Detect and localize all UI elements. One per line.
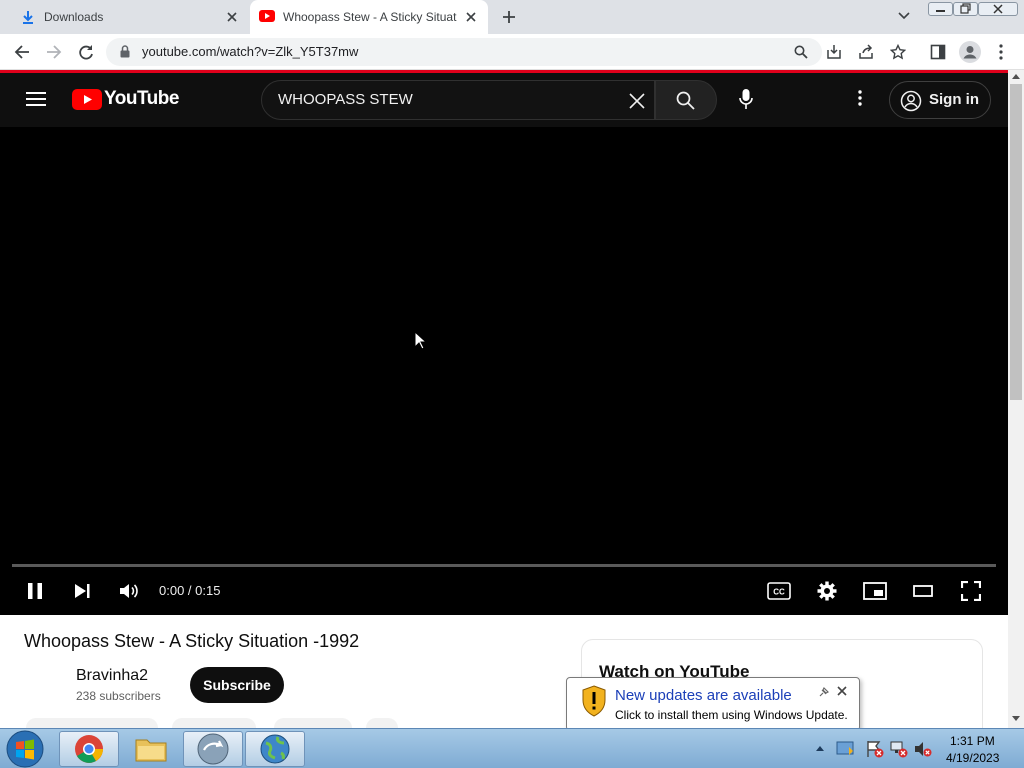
action-chip[interactable] bbox=[26, 718, 158, 728]
search-button[interactable] bbox=[655, 80, 717, 120]
settings-gear-icon[interactable] bbox=[813, 577, 841, 605]
browser-menu-icon[interactable] bbox=[999, 44, 1003, 60]
windows-update-tray-icon[interactable] bbox=[836, 739, 854, 757]
youtube-logo-icon bbox=[72, 88, 102, 110]
warning-shield-icon bbox=[581, 685, 607, 717]
search-input[interactable]: WHOOPASS STEW bbox=[278, 91, 413, 108]
sign-in-button[interactable]: Sign in bbox=[889, 81, 991, 119]
subscriber-count: 238 subscribers bbox=[76, 689, 161, 703]
tab-downloads[interactable]: Downloads bbox=[8, 0, 248, 34]
youtube-header: YouTube WHOOPASS STEW Sign in bbox=[0, 73, 1008, 127]
folder-icon bbox=[135, 735, 167, 763]
channel-name[interactable]: Bravinha2 bbox=[76, 667, 148, 685]
fullscreen-icon[interactable] bbox=[957, 577, 985, 605]
address-bar[interactable]: youtube.com/watch?v=Zlk_Y5T37mw bbox=[106, 38, 822, 66]
account-circle-icon bbox=[900, 90, 922, 112]
zoom-search-icon[interactable] bbox=[794, 45, 808, 59]
pin-icon[interactable] bbox=[819, 687, 829, 697]
scroll-up-icon[interactable] bbox=[1012, 73, 1020, 79]
action-chip[interactable] bbox=[172, 718, 256, 728]
progress-bar[interactable] bbox=[12, 564, 996, 567]
theater-mode-icon[interactable] bbox=[909, 577, 937, 605]
restore-icon[interactable] bbox=[953, 2, 978, 16]
profile-avatar-icon[interactable] bbox=[959, 41, 981, 63]
tab-close-icon[interactable] bbox=[225, 10, 239, 24]
youtube-logo-text: YouTube bbox=[104, 88, 179, 109]
install-app-icon[interactable] bbox=[826, 44, 842, 60]
miniplayer-icon[interactable] bbox=[861, 577, 889, 605]
captions-icon[interactable]: CC bbox=[765, 577, 793, 605]
pause-icon[interactable] bbox=[21, 577, 49, 605]
taskbar-chrome[interactable] bbox=[59, 731, 119, 767]
download-icon bbox=[22, 10, 34, 24]
youtube-icon bbox=[259, 10, 275, 22]
app-arrow-icon bbox=[197, 733, 229, 765]
update-notification[interactable]: New updates are available Click to insta… bbox=[566, 677, 860, 731]
taskbar-explorer[interactable] bbox=[121, 731, 181, 767]
show-hidden-icons-icon[interactable] bbox=[816, 745, 824, 751]
youtube-logo[interactable]: YouTube bbox=[72, 88, 179, 110]
tab-title: Whoopass Stew - A Sticky Situation bbox=[283, 10, 457, 24]
clock-time[interactable]: 1:31 PM bbox=[950, 734, 995, 748]
search-box[interactable]: WHOOPASS STEW bbox=[261, 80, 655, 120]
action-chip[interactable] bbox=[366, 718, 398, 728]
microphone-icon[interactable] bbox=[739, 88, 753, 110]
lock-icon[interactable] bbox=[120, 45, 130, 58]
reload-icon[interactable] bbox=[78, 44, 94, 60]
clock-date[interactable]: 4/19/2023 bbox=[946, 751, 999, 765]
action-center-icon[interactable] bbox=[866, 740, 884, 758]
tab-search-chevron-icon[interactable] bbox=[898, 12, 910, 20]
back-icon[interactable] bbox=[14, 44, 30, 60]
chrome-icon bbox=[74, 734, 104, 764]
tab-strip: Downloads Whoopass Stew - A Sticky Situa… bbox=[0, 0, 1024, 34]
share-icon[interactable] bbox=[858, 44, 874, 60]
mouse-cursor-icon bbox=[414, 331, 426, 350]
close-icon[interactable] bbox=[978, 2, 1018, 16]
next-video-icon[interactable] bbox=[68, 577, 96, 605]
video-player[interactable]: 0:00 / 0:15 CC bbox=[0, 127, 1008, 615]
scroll-thumb[interactable] bbox=[1010, 84, 1022, 400]
settings-kebab-icon[interactable] bbox=[858, 90, 862, 106]
scroll-down-icon[interactable] bbox=[1012, 716, 1020, 722]
globe-icon bbox=[259, 733, 291, 765]
web-page: YouTube WHOOPASS STEW Sign in 0:00 / 0:1… bbox=[0, 70, 1008, 728]
time-display: 0:00 / 0:15 bbox=[159, 583, 221, 598]
network-icon[interactable] bbox=[890, 740, 908, 758]
start-button-icon[interactable] bbox=[6, 730, 44, 768]
minimize-icon[interactable] bbox=[928, 2, 953, 16]
action-chip[interactable] bbox=[274, 718, 352, 728]
captions-label: CC bbox=[773, 588, 785, 597]
tab-title: Downloads bbox=[44, 10, 104, 24]
page-scrollbar[interactable] bbox=[1008, 70, 1024, 728]
forward-icon[interactable] bbox=[46, 44, 62, 60]
notification-title: New updates are available bbox=[615, 687, 792, 704]
volume-icon[interactable] bbox=[115, 577, 143, 605]
search-icon bbox=[676, 91, 695, 110]
bookmark-star-icon[interactable] bbox=[890, 44, 906, 60]
url-text: youtube.com/watch?v=Zlk_Y5T37mw bbox=[142, 44, 359, 59]
video-title: Whoopass Stew - A Sticky Situation -1992 bbox=[24, 631, 360, 651]
subscribe-button[interactable]: Subscribe bbox=[190, 667, 284, 703]
side-panel-icon[interactable] bbox=[930, 44, 946, 60]
sign-in-label: Sign in bbox=[929, 91, 979, 108]
taskbar-app-globe[interactable] bbox=[245, 731, 305, 767]
notification-close-icon[interactable] bbox=[837, 686, 847, 696]
notification-text: Click to install them using Windows Upda… bbox=[615, 708, 848, 722]
new-tab-icon[interactable] bbox=[502, 10, 516, 24]
taskbar: 1:31 PM 4/19/2023 bbox=[0, 728, 1024, 768]
taskbar-app-arrow[interactable] bbox=[183, 731, 243, 767]
volume-muted-icon[interactable] bbox=[914, 740, 932, 758]
browser-toolbar: youtube.com/watch?v=Zlk_Y5T37mw bbox=[0, 34, 1024, 70]
clear-search-icon[interactable] bbox=[629, 93, 645, 109]
tab-close-icon[interactable] bbox=[464, 10, 478, 24]
tab-youtube[interactable]: Whoopass Stew - A Sticky Situation bbox=[250, 0, 488, 34]
hamburger-menu-icon[interactable] bbox=[26, 91, 46, 107]
